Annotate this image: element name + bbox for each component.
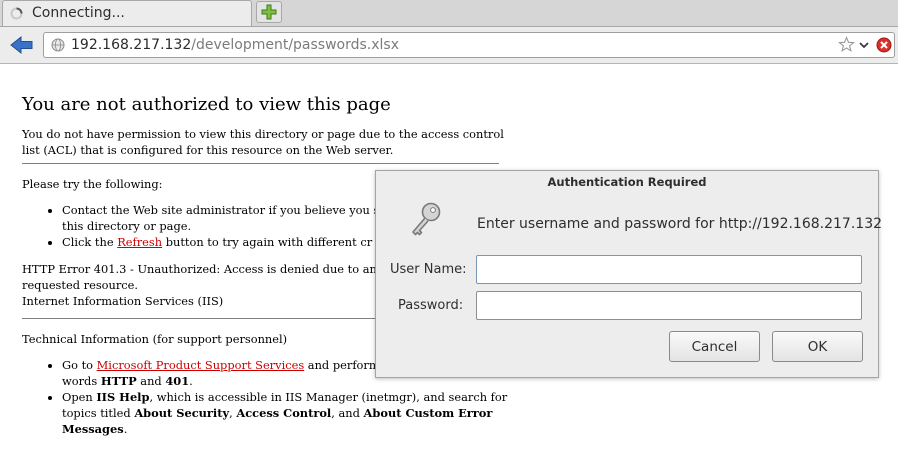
key-icon: [412, 202, 441, 236]
open-pre: Open: [62, 390, 97, 404]
iis-help-keyword: IIS Help: [96, 390, 150, 404]
goto-words: words: [62, 374, 101, 388]
contact-text: Contact the Web site administrator if yo…: [62, 203, 380, 217]
error-line-2: requested resource.: [22, 278, 139, 292]
url-bar[interactable]: 192.168.217.132/development/passwords.xl…: [43, 32, 895, 58]
tab-bar: Connecting...: [0, 0, 898, 27]
browser-tab[interactable]: Connecting...: [2, 0, 252, 26]
ok-button[interactable]: OK: [772, 331, 863, 362]
dialog-title: Authentication Required: [547, 175, 707, 189]
open-period: .: [123, 422, 128, 436]
bookmark-star-icon[interactable]: [838, 36, 855, 53]
support-services-link[interactable]: Microsoft Product Support Services: [97, 358, 305, 372]
url-text: 192.168.217.132/development/passwords.xl…: [71, 37, 399, 53]
chevron-down-icon[interactable]: [858, 37, 870, 53]
refresh-link[interactable]: Refresh: [117, 235, 162, 249]
intro-text: You do not have permission to view this …: [22, 127, 504, 157]
contact-text-cont: this directory or page.: [62, 219, 192, 233]
list-item: Open IIS Help, which is accessible in II…: [62, 389, 514, 437]
tab-title: Connecting...: [32, 5, 125, 21]
cancel-button[interactable]: Cancel: [669, 331, 760, 362]
username-label: User Name:: [390, 262, 467, 277]
navigation-bar: 192.168.217.132/development/passwords.xl…: [0, 27, 898, 64]
refresh-pre: Click the: [62, 235, 118, 249]
refresh-post: button to try again with different cr: [162, 235, 373, 249]
about-security-keyword: About Security: [134, 406, 230, 420]
new-tab-button[interactable]: [256, 1, 282, 23]
open-and: , and: [331, 406, 364, 420]
access-control-keyword: Access Control: [236, 406, 332, 420]
goto-and: and: [136, 374, 166, 388]
username-field[interactable]: [476, 255, 862, 284]
divider: [22, 163, 499, 164]
url-host: 192.168.217.132: [71, 37, 192, 53]
dialog-message: Enter username and password for http://1…: [477, 216, 883, 232]
globe-icon: [51, 38, 65, 52]
goto-period: .: [189, 374, 193, 388]
page-title: You are not authorized to view this page: [22, 94, 391, 115]
server-name: Internet Information Services (IIS): [22, 294, 224, 308]
goto-pre: Go to: [62, 358, 97, 372]
try-heading: Please try the following:: [22, 177, 163, 191]
code-keyword: 401: [165, 374, 190, 388]
auth-dialog: Authentication Required Enter username a…: [375, 170, 883, 378]
back-arrow-icon[interactable]: [9, 34, 35, 56]
password-label: Password:: [398, 298, 464, 313]
goto-post: and perform: [304, 358, 380, 372]
tech-heading: Technical Information (for support perso…: [22, 332, 288, 346]
new-tab-plus-icon: [261, 4, 277, 20]
loading-spinner-icon: [10, 7, 23, 20]
http-keyword: HTTP: [100, 374, 137, 388]
url-path: /development/passwords.xlsx: [191, 37, 400, 53]
password-field[interactable]: [476, 291, 862, 320]
error-line-1: HTTP Error 401.3 - Unauthorized: Access …: [22, 262, 377, 276]
stop-icon[interactable]: [876, 37, 892, 53]
